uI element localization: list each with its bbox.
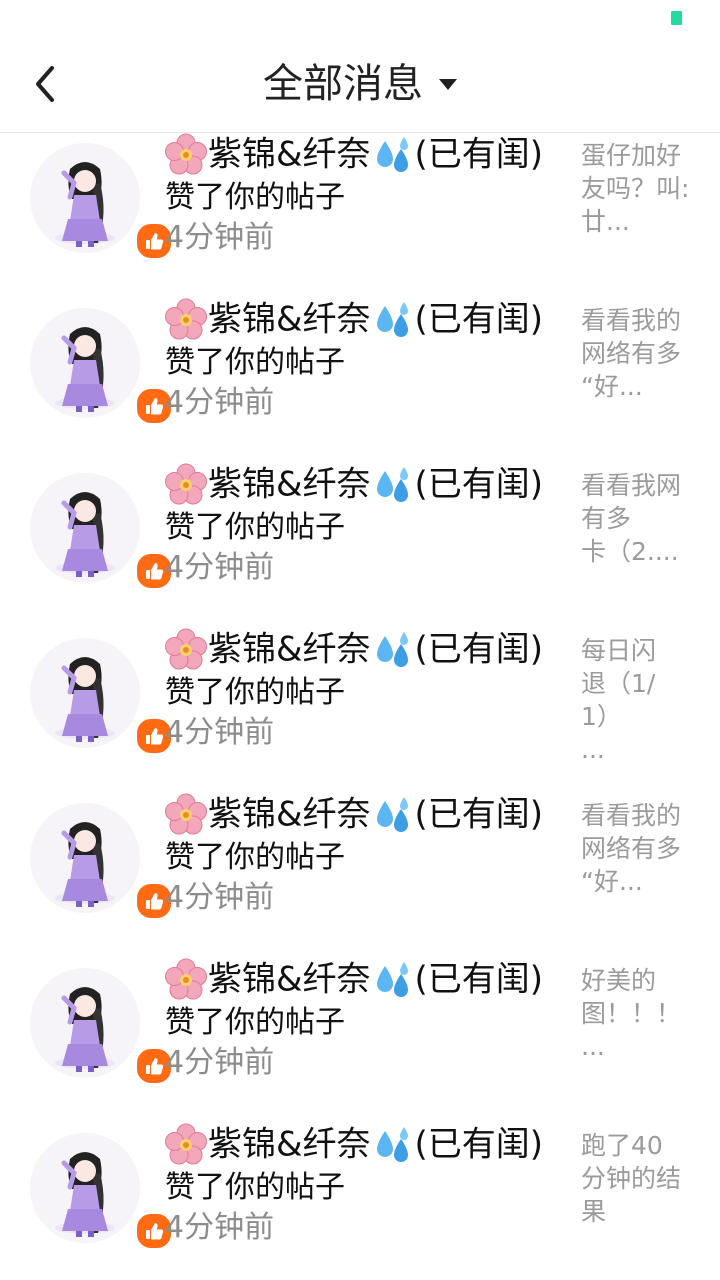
thumbs-up-icon xyxy=(146,233,164,250)
cherry-blossom-icon xyxy=(165,1123,207,1164)
username[interactable]: 紫锦&纤奈 (已有闺) xyxy=(164,461,543,507)
username-text: 紫锦&纤奈 xyxy=(208,464,371,505)
thumbs-up-icon xyxy=(146,398,164,415)
action-text: 赞了你的帖子 xyxy=(165,840,345,875)
username-text: 紫锦&纤奈 xyxy=(208,299,371,340)
sweat-droplets-icon xyxy=(376,136,408,172)
cherry-blossom-icon xyxy=(165,133,207,174)
avatar-girl-icon xyxy=(55,327,115,412)
sweat-droplets-icon xyxy=(376,466,408,502)
cherry-blossom-icon xyxy=(165,793,207,834)
thumbs-up-icon xyxy=(146,893,164,910)
post-preview[interactable]: 跑了40 分钟的结 果 xyxy=(581,1129,691,1228)
timestamp: 4分钟前 xyxy=(165,220,275,255)
action-text: 赞了你的帖子 xyxy=(165,1005,345,1040)
cherry-blossom-icon xyxy=(165,463,207,504)
message-list: 紫锦&纤奈 (已有闺) 赞了你的帖子 4分钟前 蛋仔加好 友吗？叫: 廿... xyxy=(0,133,720,1278)
username-suffix: (已有闺) xyxy=(414,959,544,1000)
avatar-girl-icon xyxy=(55,822,115,907)
username-suffix: (已有闺) xyxy=(414,1124,544,1165)
avatar[interactable] xyxy=(30,1133,174,1251)
username-text: 紫锦&纤奈 xyxy=(208,629,371,670)
thumbs-up-icon xyxy=(146,1223,164,1240)
sweat-droplets-icon xyxy=(376,631,408,667)
timestamp: 4分钟前 xyxy=(165,550,275,585)
cherry-blossom-icon xyxy=(165,298,207,339)
message-item[interactable]: 紫锦&纤奈 (已有闺) 赞了你的帖子 4分钟前 看看我网 有多 卡（2.... xyxy=(0,453,720,618)
avatar[interactable] xyxy=(30,968,174,1086)
username[interactable]: 紫锦&纤奈 (已有闺) xyxy=(164,131,543,177)
message-item[interactable]: 紫锦&纤奈 (已有闺) 赞了你的帖子 4分钟前 每日闪 退（1/1） ... xyxy=(0,618,720,783)
avatar-girl-icon xyxy=(55,657,115,742)
status-indicator xyxy=(671,11,682,25)
username-text: 紫锦&纤奈 xyxy=(208,1124,371,1165)
cherry-blossom-icon xyxy=(165,628,207,669)
username-suffix: (已有闺) xyxy=(414,794,544,835)
username[interactable]: 紫锦&纤奈 (已有闺) xyxy=(164,1121,543,1167)
username[interactable]: 紫锦&纤奈 (已有闺) xyxy=(164,626,543,672)
post-preview[interactable]: 每日闪 退（1/1） ... xyxy=(581,634,691,766)
status-bar xyxy=(0,0,720,36)
username-text: 紫锦&纤奈 xyxy=(208,134,371,175)
post-preview[interactable]: 看看我的 网络有多 “好... xyxy=(581,304,691,403)
username[interactable]: 紫锦&纤奈 (已有闺) xyxy=(164,956,543,1002)
sweat-droplets-icon xyxy=(376,961,408,997)
timestamp: 4分钟前 xyxy=(165,715,275,750)
action-text: 赞了你的帖子 xyxy=(165,345,345,380)
thumbs-up-icon xyxy=(146,728,164,745)
username-suffix: (已有闺) xyxy=(414,629,544,670)
username[interactable]: 紫锦&纤奈 (已有闺) xyxy=(164,791,543,837)
post-preview[interactable]: 看看我的 网络有多 “好... xyxy=(581,799,691,898)
header: 全部消息 xyxy=(0,36,720,133)
avatar[interactable] xyxy=(30,473,174,591)
message-item[interactable]: 紫锦&纤奈 (已有闺) 赞了你的帖子 4分钟前 看看我的 网络有多 “好... xyxy=(0,288,720,453)
message-item[interactable]: 紫锦&纤奈 (已有闺) 赞了你的帖子 4分钟前 跑了40 分钟的结 果 xyxy=(0,1113,720,1278)
username-suffix: (已有闺) xyxy=(414,299,544,340)
username-text: 紫锦&纤奈 xyxy=(208,959,371,1000)
caret-down-icon xyxy=(439,78,457,90)
message-item[interactable]: 紫锦&纤奈 (已有闺) 赞了你的帖子 4分钟前 好美的 图！！！ ... xyxy=(0,948,720,1113)
message-filter-dropdown[interactable]: 全部消息 xyxy=(0,58,720,110)
avatar-girl-icon xyxy=(55,492,115,577)
thumbs-up-icon xyxy=(146,563,164,580)
post-preview[interactable]: 蛋仔加好 友吗？叫: 廿... xyxy=(581,139,691,238)
message-item[interactable]: 紫锦&纤奈 (已有闺) 赞了你的帖子 4分钟前 看看我的 网络有多 “好... xyxy=(0,783,720,948)
username[interactable]: 紫锦&纤奈 (已有闺) xyxy=(164,296,543,342)
page-title: 全部消息 xyxy=(263,61,423,107)
avatar[interactable] xyxy=(30,803,174,921)
timestamp: 4分钟前 xyxy=(165,880,275,915)
timestamp: 4分钟前 xyxy=(165,1210,275,1245)
action-text: 赞了你的帖子 xyxy=(165,180,345,215)
action-text: 赞了你的帖子 xyxy=(165,675,345,710)
username-text: 紫锦&纤奈 xyxy=(208,794,371,835)
timestamp: 4分钟前 xyxy=(165,1045,275,1080)
message-item[interactable]: 紫锦&纤奈 (已有闺) 赞了你的帖子 4分钟前 蛋仔加好 友吗？叫: 廿... xyxy=(0,123,720,288)
avatar-girl-icon xyxy=(55,162,115,247)
action-text: 赞了你的帖子 xyxy=(165,1170,345,1205)
post-preview[interactable]: 好美的 图！！！ ... xyxy=(581,964,691,1063)
sweat-droplets-icon xyxy=(376,1126,408,1162)
timestamp: 4分钟前 xyxy=(165,385,275,420)
action-text: 赞了你的帖子 xyxy=(165,510,345,545)
cherry-blossom-icon xyxy=(165,958,207,999)
avatar[interactable] xyxy=(30,308,174,426)
avatar-girl-icon xyxy=(55,1152,115,1237)
avatar-girl-icon xyxy=(55,987,115,1072)
thumbs-up-icon xyxy=(146,1058,164,1075)
sweat-droplets-icon xyxy=(376,301,408,337)
post-preview[interactable]: 看看我网 有多 卡（2.... xyxy=(581,469,691,568)
avatar[interactable] xyxy=(30,143,174,261)
sweat-droplets-icon xyxy=(376,796,408,832)
username-suffix: (已有闺) xyxy=(414,134,544,175)
avatar[interactable] xyxy=(30,638,174,756)
username-suffix: (已有闺) xyxy=(414,464,544,505)
